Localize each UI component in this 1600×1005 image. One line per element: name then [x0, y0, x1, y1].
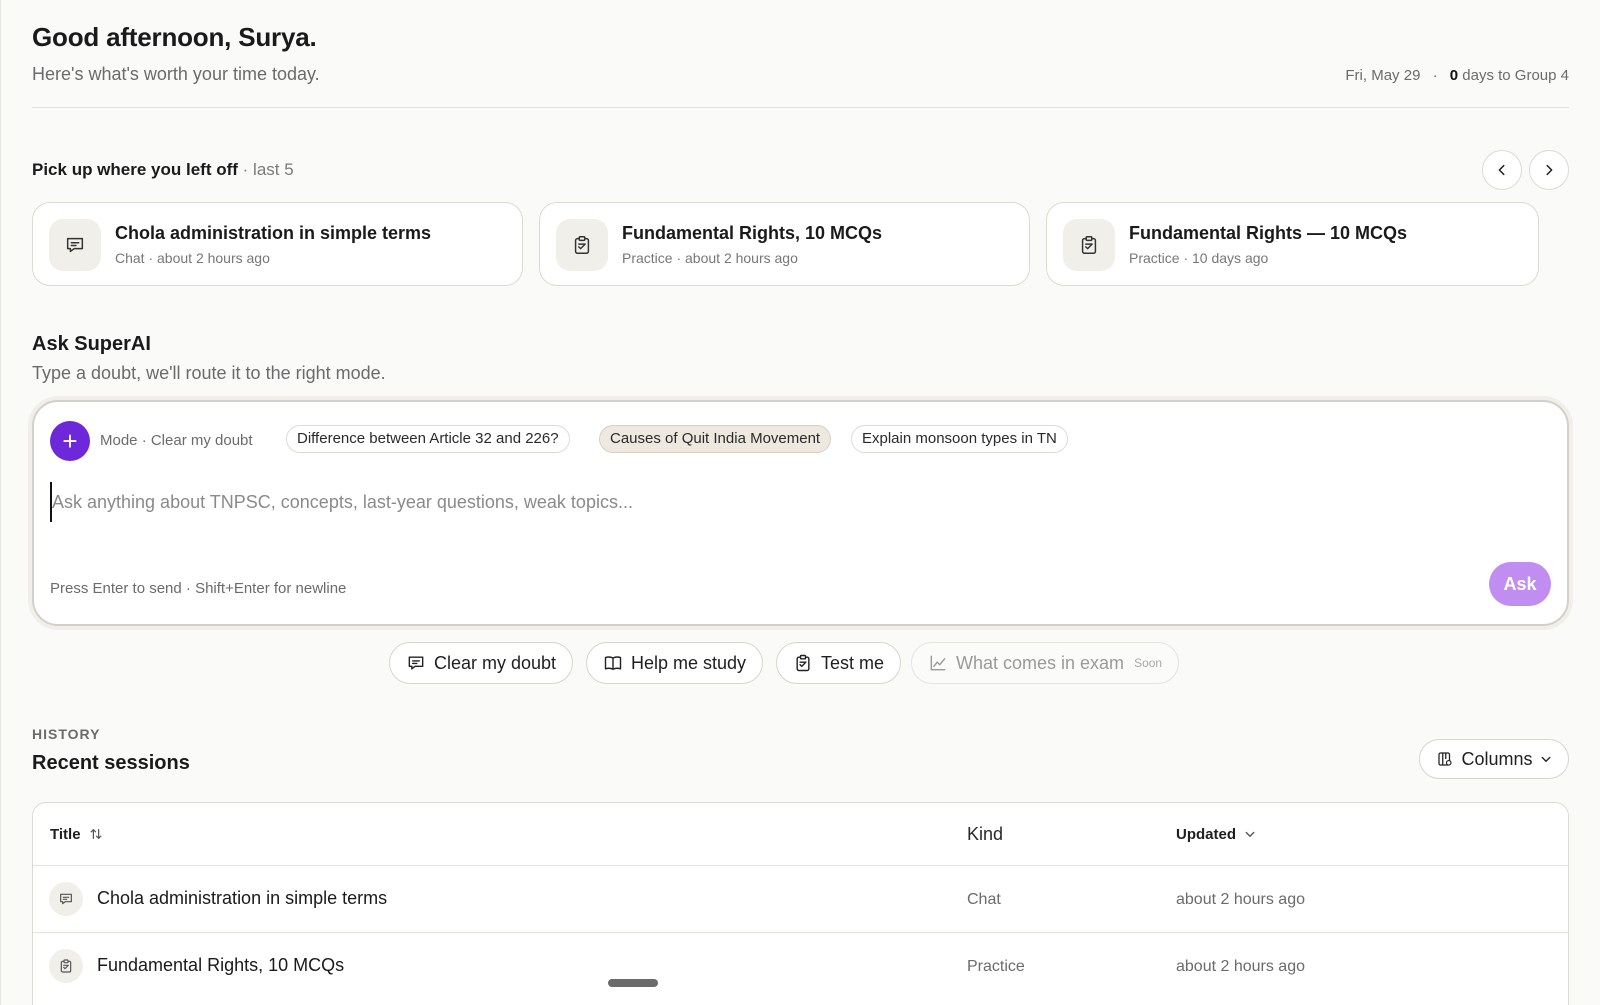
mode-label: What comes in exam [956, 652, 1125, 673]
pickup-title: Pick up where you left off [32, 160, 238, 179]
days-count: 0 [1449, 67, 1459, 84]
card-meta: Practice · 10 days ago [1129, 250, 1269, 266]
book-icon [604, 656, 622, 670]
sessions-table: Title Kind Updated Chola administration … [32, 802, 1569, 1005]
card-title: Fundamental Rights — 10 MCQs [1129, 223, 1408, 243]
recent-card-fundamental-rights[interactable]: Fundamental Rights, 10 MCQs Practice · a… [539, 202, 1030, 286]
card-icon-box [1063, 219, 1115, 271]
days-label: days to Group 4 [1462, 67, 1569, 84]
chat-icon [408, 656, 424, 670]
chat-icon [66, 237, 84, 253]
mode-clear-doubt-button[interactable]: Clear my doubt [389, 642, 574, 684]
clipboard-check-icon [60, 959, 72, 973]
carousel-next-button[interactable] [1529, 150, 1569, 190]
row-updated: about 2 hours ago [1176, 891, 1305, 908]
row-icon-box [49, 882, 83, 916]
card-icon-box [556, 219, 608, 271]
columns-label: Columns [1461, 748, 1533, 769]
carousel-prev-button[interactable] [1482, 150, 1522, 190]
recent-card-fundamental-rights-older[interactable]: Fundamental Rights — 10 MCQs Practice · … [1046, 202, 1539, 286]
column-header-title[interactable]: Title [50, 803, 103, 865]
chevron-down-icon [1541, 756, 1550, 762]
row-icon-box [49, 949, 83, 983]
mode-label: Clear my doubt [434, 652, 557, 673]
greeting-title: Good afternoon, Surya. [32, 22, 317, 52]
plus-icon: + [62, 426, 78, 456]
mode-label: Help me study [631, 652, 747, 673]
clipboard-check-icon [574, 236, 590, 254]
mode-label: Mode · Clear my doubt [100, 432, 253, 449]
trend-chart-icon [930, 655, 946, 671]
header-label: Title [50, 825, 81, 843]
greeting-subtitle: Here's what's worth your time today. [32, 64, 320, 84]
keyboard-hint: Press Enter to send · Shift+Enter for ne… [50, 580, 347, 597]
table-row[interactable]: Chola administration in simple terms Cha… [33, 865, 1568, 933]
history-label: HISTORY [32, 726, 101, 742]
scroll-handle[interactable] [608, 979, 658, 987]
row-kind: Practice [967, 958, 1025, 975]
suggestion-chip[interactable]: Difference between Article 32 and 226? [286, 425, 570, 453]
chevron-right-icon [1546, 164, 1553, 176]
header-label: Kind [967, 823, 1004, 844]
columns-button[interactable]: Columns [1419, 739, 1569, 779]
mode-help-study-button[interactable]: Help me study [586, 642, 764, 684]
ask-composer: + Mode · Clear my doubt Difference betwe… [32, 400, 1569, 626]
chevron-down-icon [1245, 831, 1255, 837]
card-title: Chola administration in simple terms [115, 223, 432, 243]
sort-icon [90, 829, 102, 839]
suggestion-chip-active[interactable]: Causes of Quit India Movement [599, 425, 832, 453]
columns-settings-icon [1438, 752, 1453, 766]
card-meta: Chat · about 2 hours ago [115, 250, 270, 266]
soon-badge: Soon [1134, 656, 1163, 670]
column-header-updated[interactable]: Updated [1176, 803, 1256, 865]
mode-exam-prediction-button: What comes in exam Soon [911, 642, 1180, 684]
ask-button[interactable]: Ask [1489, 562, 1551, 606]
mode-test-me-button[interactable]: Test me [776, 642, 902, 684]
ask-title: Ask SuperAI [32, 333, 151, 355]
pickup-heading: Pick up where you left off · last 5 [32, 160, 294, 180]
clipboard-check-icon [796, 654, 810, 672]
date-countdown: Fri, May 29 · 0 days to Group 4 [1345, 67, 1569, 84]
history-title: Recent sessions [32, 752, 190, 774]
card-icon-box [49, 219, 101, 271]
mode-label: Test me [821, 652, 885, 673]
row-title: Fundamental Rights, 10 MCQs [97, 955, 345, 975]
table-row[interactable]: Fundamental Rights, 10 MCQs Practice abo… [33, 932, 1568, 1000]
row-updated: about 2 hours ago [1176, 958, 1305, 975]
current-date: Fri, May 29 [1345, 67, 1421, 84]
chevron-left-icon [1498, 164, 1505, 176]
header-divider [32, 107, 1569, 108]
header-label: Updated [1176, 825, 1236, 843]
ask-subtitle: Type a doubt, we'll route it to the righ… [32, 363, 386, 383]
row-kind: Chat [967, 891, 1001, 908]
suggestion-chip[interactable]: Explain monsoon types in TN [851, 425, 1068, 453]
pickup-count: · last 5 [242, 160, 294, 179]
chat-icon [60, 893, 72, 905]
meta-separator: · [1432, 67, 1438, 84]
recent-card-chola[interactable]: Chola administration in simple terms Cha… [32, 202, 523, 286]
row-title: Chola administration in simple terms [97, 888, 388, 908]
add-mode-button[interactable]: + [50, 421, 90, 461]
ask-input[interactable] [50, 482, 1530, 522]
column-header-kind[interactable]: Kind [967, 803, 1003, 865]
card-title: Fundamental Rights, 10 MCQs [622, 223, 883, 243]
card-meta: Practice · about 2 hours ago [622, 250, 798, 266]
window-edge [0, 0, 1, 1005]
clipboard-check-icon [1081, 236, 1097, 254]
